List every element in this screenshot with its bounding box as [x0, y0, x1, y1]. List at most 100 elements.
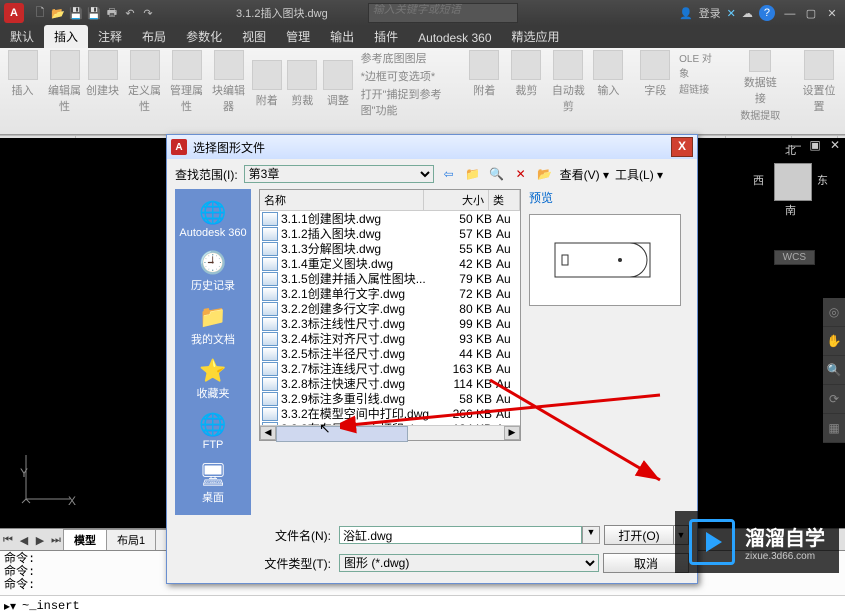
ref-item-3[interactable]: 打开"捕捉到参考图"功能 — [361, 86, 460, 118]
ribbon-tab-3[interactable]: 布局 — [132, 25, 176, 48]
clip-button[interactable]: 剪裁 — [286, 60, 320, 108]
data-link-button[interactable]: 数据链接 — [740, 50, 780, 106]
file-row[interactable]: 3.2.7标注连线尺寸.dwg163 KBAu — [260, 361, 520, 376]
maximize-button[interactable]: ▢ — [802, 7, 820, 20]
ribbon-tab-6[interactable]: 管理 — [276, 25, 320, 48]
file-row[interactable]: 3.2.5标注半径尺寸.dwg44 KBAu — [260, 346, 520, 361]
wcs-badge[interactable]: WCS — [774, 250, 815, 265]
dialog-close-button[interactable]: X — [671, 137, 693, 157]
qat-open-icon[interactable]: 📂 — [50, 5, 66, 21]
qat-undo-icon[interactable]: ↶ — [122, 5, 138, 21]
qat-new-icon[interactable]: 🗋 — [32, 5, 48, 21]
ribbon-tab-9[interactable]: Autodesk 360 — [408, 28, 501, 48]
tools-menu[interactable]: 工具(L) ▾ — [615, 166, 663, 183]
viewcube-south[interactable]: 南 — [785, 202, 796, 218]
import-button[interactable]: 输入 — [588, 50, 628, 98]
lookin-select[interactable]: 第3章 — [244, 165, 434, 183]
viewcube-face[interactable] — [774, 163, 812, 201]
viewcube-north[interactable]: 北 — [785, 142, 796, 158]
ribbon-tab-10[interactable]: 精选应用 — [502, 25, 570, 48]
hscroll-thumb[interactable] — [276, 426, 408, 442]
exchange-icon[interactable]: ✕ — [727, 7, 736, 20]
place-item[interactable]: ⭐收藏夹 — [175, 353, 251, 405]
pan-icon[interactable]: ✋ — [823, 327, 845, 356]
qat-save-icon[interactable]: 💾 — [68, 5, 84, 21]
file-row[interactable]: 3.2.2创建多行文字.dwg80 KBAu — [260, 301, 520, 316]
view-cube[interactable]: 北 南 东 西 — [757, 146, 827, 216]
delete-icon[interactable]: ✕ — [512, 165, 530, 183]
create-block-button[interactable]: 创建块 — [83, 50, 123, 98]
command-input[interactable] — [20, 598, 841, 614]
tab-prev-icon[interactable]: ◀ — [16, 534, 32, 547]
qat-print-icon[interactable]: 🖶 — [104, 5, 120, 21]
tab-first-icon[interactable]: ⏮ — [0, 534, 16, 547]
place-item[interactable]: 🕘历史记录 — [175, 245, 251, 297]
data-link[interactable]: 超链接 — [679, 81, 722, 96]
filename-dropdown-icon[interactable]: ▼ — [582, 526, 600, 544]
help-search-input[interactable] — [369, 4, 517, 16]
open-button[interactable]: 打开(O) — [604, 525, 674, 545]
col-size[interactable]: 大小 — [424, 190, 489, 210]
ribbon-tab-8[interactable]: 插件 — [364, 25, 408, 48]
place-item[interactable]: 🖥桌面 — [175, 457, 251, 509]
search-web-icon[interactable]: 🔍 — [488, 165, 506, 183]
ribbon-tab-0[interactable]: 默认 — [0, 25, 44, 48]
file-row[interactable]: 3.1.3分解图块.dwg55 KBAu — [260, 241, 520, 256]
data-ole[interactable]: OLE 对象 — [679, 50, 722, 80]
showmotion-icon[interactable]: ▦ — [823, 414, 845, 443]
orbit-icon[interactable]: ⟳ — [823, 385, 845, 414]
insert-block-button[interactable]: 插入 — [3, 50, 43, 98]
cloud-icon[interactable]: ☁ — [742, 7, 753, 20]
hscroll-left-icon[interactable]: ◀ — [260, 426, 276, 440]
viewcube-west[interactable]: 西 — [753, 172, 764, 188]
edit-attr-button[interactable]: 编辑属性 — [45, 50, 85, 114]
zoom-icon[interactable]: 🔍 — [823, 356, 845, 385]
file-row[interactable]: 3.2.9标注多重引线.dwg58 KBAu — [260, 391, 520, 406]
attach-button[interactable]: 附着 — [250, 60, 284, 108]
ribbon-tab-4[interactable]: 参数化 — [176, 25, 232, 48]
ref-item-2[interactable]: *边框可变选项* — [361, 68, 460, 84]
col-name[interactable]: 名称 — [260, 190, 424, 210]
help-icon[interactable]: ? — [759, 5, 775, 21]
view-menu[interactable]: 查看(V) ▾ — [560, 166, 609, 183]
close-button[interactable]: ✕ — [823, 7, 841, 20]
data-extract[interactable]: 数据提取 — [740, 107, 780, 122]
pc-autoclip-button[interactable]: 自动裁剪 — [548, 50, 588, 114]
file-row[interactable]: 3.2.4标注对齐尺寸.dwg93 KBAu — [260, 331, 520, 346]
help-search[interactable] — [368, 3, 518, 23]
layout-tab[interactable]: 模型 — [63, 529, 107, 551]
dialog-titlebar[interactable]: A 选择图形文件 X — [167, 135, 697, 159]
file-row[interactable]: 3.1.5创建并插入属性图块...79 KBAu — [260, 271, 520, 286]
location-button[interactable]: 设置位置 — [799, 50, 839, 114]
file-row[interactable]: 3.2.8标注快速尺寸.dwg114 KBAu — [260, 376, 520, 391]
filename-input[interactable] — [339, 526, 582, 544]
ribbon-tab-7[interactable]: 输出 — [320, 25, 364, 48]
ribbon-tab-1[interactable]: 插入 — [44, 25, 88, 48]
block-editor-button[interactable]: 块编辑器 — [209, 50, 249, 114]
doc-close-icon[interactable]: ✕ — [827, 138, 843, 152]
file-list-header[interactable]: 名称 大小 类 — [260, 190, 520, 211]
field-button[interactable]: 字段 — [635, 50, 675, 98]
pc-attach-button[interactable]: 附着 — [464, 50, 504, 98]
filetype-select[interactable]: 图形 (*.dwg) — [339, 554, 599, 572]
up-icon[interactable]: 📁 — [464, 165, 482, 183]
file-list[interactable]: 名称 大小 类 3.1.1创建图块.dwg50 KBAu3.1.2插入图块.dw… — [259, 189, 521, 441]
minimize-button[interactable]: — — [781, 8, 799, 20]
file-row[interactable]: 3.1.1创建图块.dwg50 KBAu — [260, 211, 520, 226]
manage-attr-button[interactable]: 管理属性 — [167, 50, 207, 114]
file-row[interactable]: 3.1.2插入图块.dwg57 KBAu — [260, 226, 520, 241]
login-label[interactable]: 登录 — [699, 5, 721, 21]
layout-tab[interactable]: 布局1 — [106, 529, 156, 551]
qat-saveas-icon[interactable]: 💾 — [86, 5, 102, 21]
file-row[interactable]: 3.2.1创建单行文字.dwg72 KBAu — [260, 286, 520, 301]
newfolder-icon[interactable]: 📂 — [536, 165, 554, 183]
place-item[interactable]: 🌐Autodesk 360 — [175, 195, 251, 243]
ribbon-tab-5[interactable]: 视图 — [232, 25, 276, 48]
back-icon[interactable]: ⇦ — [440, 165, 458, 183]
place-item[interactable]: 📁我的文档 — [175, 299, 251, 351]
place-item[interactable]: 🌐FTP — [175, 407, 251, 455]
viewcube-east[interactable]: 东 — [817, 172, 828, 188]
col-type[interactable]: 类 — [489, 190, 520, 210]
app-logo[interactable]: A — [4, 3, 24, 23]
hscroll[interactable]: ◀ ▶ — [260, 425, 520, 440]
